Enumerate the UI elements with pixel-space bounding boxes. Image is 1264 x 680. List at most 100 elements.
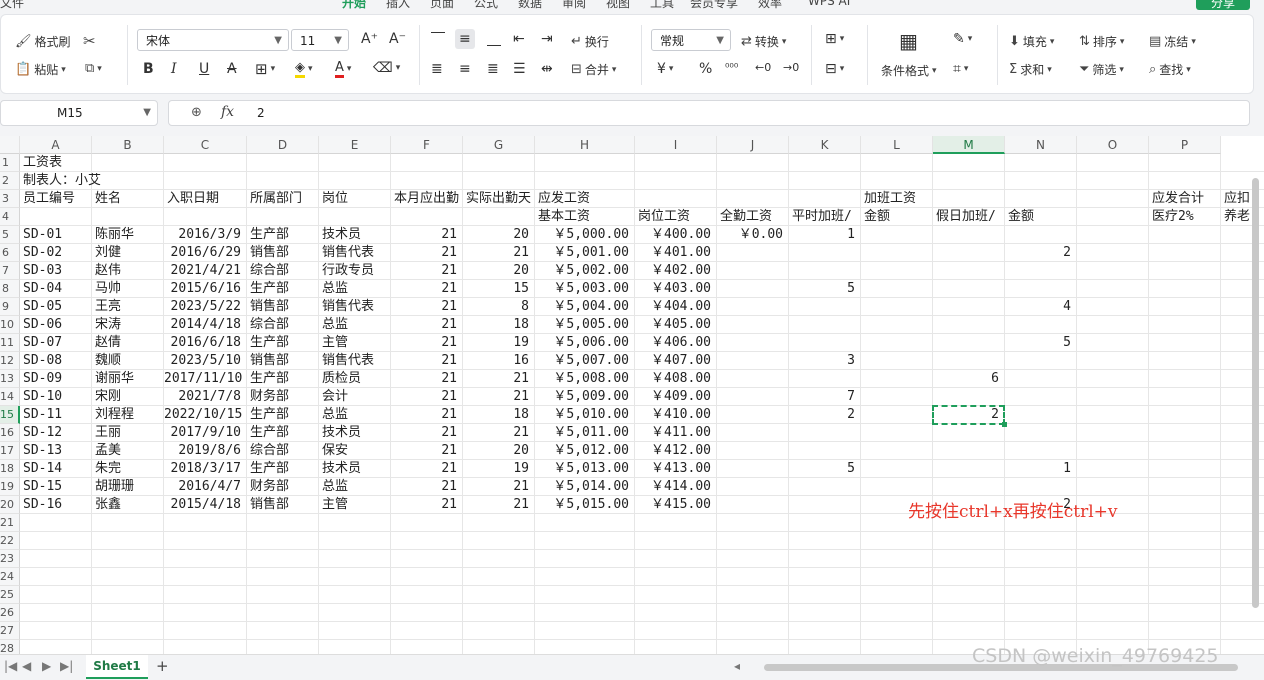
cell-i7[interactable]: ￥402.00 [635, 262, 711, 280]
cell-i11[interactable]: ￥406.00 [635, 334, 711, 352]
cell-a7[interactable]: SD-03 [23, 262, 62, 280]
cell-d17[interactable]: 综合部 [250, 442, 289, 460]
cell-d13[interactable]: 生产部 [250, 370, 289, 388]
cell-e18[interactable]: 技术员 [322, 460, 361, 478]
menu-item[interactable]: WPS AI [808, 0, 850, 8]
cell-f5[interactable]: 21 [391, 226, 457, 244]
filter-button[interactable]: ⏷ 筛选 ▾ [1079, 61, 1124, 78]
cell-f14[interactable]: 21 [391, 388, 457, 406]
row-header[interactable]: 13 [0, 370, 20, 388]
cell-d7[interactable]: 综合部 [250, 262, 289, 280]
cell-q4[interactable]: 养老 [1224, 208, 1250, 226]
cell-l4[interactable]: 金额 [864, 208, 890, 226]
cell-c5[interactable]: 2016/3/9 [164, 226, 241, 244]
row-header[interactable]: 4 [0, 208, 20, 226]
column-header-o[interactable]: O [1077, 136, 1149, 154]
row-header[interactable]: 9 [0, 298, 20, 316]
formula-input[interactable]: ⊕ fx 2 [168, 100, 1250, 126]
cell-d16[interactable]: 生产部 [250, 424, 289, 442]
cell-f16[interactable]: 21 [391, 424, 457, 442]
cell-b6[interactable]: 刘健 [95, 244, 121, 262]
cell-i13[interactable]: ￥408.00 [635, 370, 711, 388]
cell-e11[interactable]: 主管 [322, 334, 348, 352]
cell-h18[interactable]: ￥5,013.00 [535, 460, 629, 478]
cell-l3[interactable]: 加班工资 [864, 190, 916, 208]
copy-button[interactable]: ⧉ ▾ [85, 61, 102, 76]
font-name-select[interactable]: 宋体 ▼ [137, 29, 289, 51]
cell-g8[interactable]: 15 [463, 280, 529, 298]
cell-style-button[interactable]: ⊟ ▾ [825, 61, 844, 77]
fill-color-button[interactable]: ◈ ▾ [295, 60, 313, 78]
freeze-button[interactable]: ▤ 冻结 ▾ [1149, 33, 1196, 50]
cell-b17[interactable]: 孟美 [95, 442, 121, 460]
cell-f19[interactable]: 21 [391, 478, 457, 496]
cell-h15[interactable]: ￥5,010.00 [535, 406, 629, 424]
row-header[interactable]: 23 [0, 550, 20, 568]
cell-f9[interactable]: 21 [391, 298, 457, 316]
align-center-button[interactable]: ≡ [459, 61, 471, 77]
add-sheet-button[interactable]: + [156, 657, 169, 675]
column-header-n[interactable]: N [1005, 136, 1077, 154]
cell-g20[interactable]: 21 [463, 496, 529, 514]
wrap-text-button[interactable]: ↵ 换行 [571, 33, 609, 50]
row-header[interactable]: 7 [0, 262, 20, 280]
cell-b15[interactable]: 刘程程 [95, 406, 134, 424]
cell-e20[interactable]: 主管 [322, 496, 348, 514]
cell-c18[interactable]: 2018/3/17 [164, 460, 241, 478]
row-header[interactable]: 5 [0, 226, 20, 244]
cell-a1[interactable]: 工资表 [23, 154, 62, 172]
cell-b18[interactable]: 朱完 [95, 460, 121, 478]
column-header-l[interactable]: L [861, 136, 933, 154]
font-color-button[interactable]: A ▾ [335, 60, 351, 78]
cell-c11[interactable]: 2016/6/18 [164, 334, 241, 352]
sum-button[interactable]: Σ 求和 ▾ [1009, 61, 1052, 78]
cell-d19[interactable]: 财务部 [250, 478, 289, 496]
clear-format-button[interactable]: ⌫ ▾ [373, 60, 400, 76]
cell-g11[interactable]: 19 [463, 334, 529, 352]
cell-h7[interactable]: ￥5,002.00 [535, 262, 629, 280]
column-header-a[interactable]: A [20, 136, 92, 154]
cell-e10[interactable]: 总监 [322, 316, 348, 334]
cell-f12[interactable]: 21 [391, 352, 457, 370]
cell-b7[interactable]: 赵伟 [95, 262, 121, 280]
increase-decimal-button[interactable]: ←0 [755, 61, 771, 74]
cell-c16[interactable]: 2017/9/10 [164, 424, 241, 442]
select-all-corner[interactable] [0, 136, 20, 154]
cell-b8[interactable]: 马帅 [95, 280, 121, 298]
cell-g19[interactable]: 21 [463, 478, 529, 496]
row-header[interactable]: 12 [0, 352, 20, 370]
cell-c19[interactable]: 2016/4/7 [164, 478, 241, 496]
cell-a10[interactable]: SD-06 [23, 316, 62, 334]
row-header[interactable]: 24 [0, 568, 20, 586]
cell-a19[interactable]: SD-15 [23, 478, 62, 496]
cell-c10[interactable]: 2014/4/18 [164, 316, 241, 334]
cell-a13[interactable]: SD-09 [23, 370, 62, 388]
cell-g3[interactable]: 实际出勤天 [466, 190, 531, 208]
last-sheet-icon[interactable]: ▶| [60, 659, 73, 673]
percent-button[interactable]: % [699, 61, 712, 77]
cell-p4[interactable]: 医疗2% [1152, 208, 1194, 226]
cell-i9[interactable]: ￥404.00 [635, 298, 711, 316]
cell-d12[interactable]: 销售部 [250, 352, 289, 370]
align-middle-button[interactable]: ≡ [455, 29, 475, 49]
cell-i19[interactable]: ￥414.00 [635, 478, 711, 496]
find-button[interactable]: ⌕ 查找 ▾ [1149, 61, 1191, 78]
column-header-i[interactable]: I [635, 136, 717, 154]
align-bottom-button[interactable]: ⎽ [487, 31, 501, 47]
number-format-select[interactable]: 常规 ▼ [651, 29, 731, 51]
cell-d11[interactable]: 生产部 [250, 334, 289, 352]
cell-k18[interactable]: 5 [789, 460, 855, 478]
convert-button[interactable]: ⇄ 转换 ▾ [741, 33, 786, 50]
row-header[interactable]: 11 [0, 334, 20, 352]
column-header-d[interactable]: D [247, 136, 319, 154]
cell-p3[interactable]: 应发合计 [1152, 190, 1204, 208]
cell-e14[interactable]: 会计 [322, 388, 348, 406]
align-right-button[interactable]: ≣ [487, 61, 499, 77]
cell-f7[interactable]: 21 [391, 262, 457, 280]
cell-i8[interactable]: ￥403.00 [635, 280, 711, 298]
cell-g18[interactable]: 19 [463, 460, 529, 478]
cell-a14[interactable]: SD-10 [23, 388, 62, 406]
row-header[interactable]: 17 [0, 442, 20, 460]
menu-item[interactable]: 工具 [650, 0, 674, 11]
cell-g15[interactable]: 18 [463, 406, 529, 424]
